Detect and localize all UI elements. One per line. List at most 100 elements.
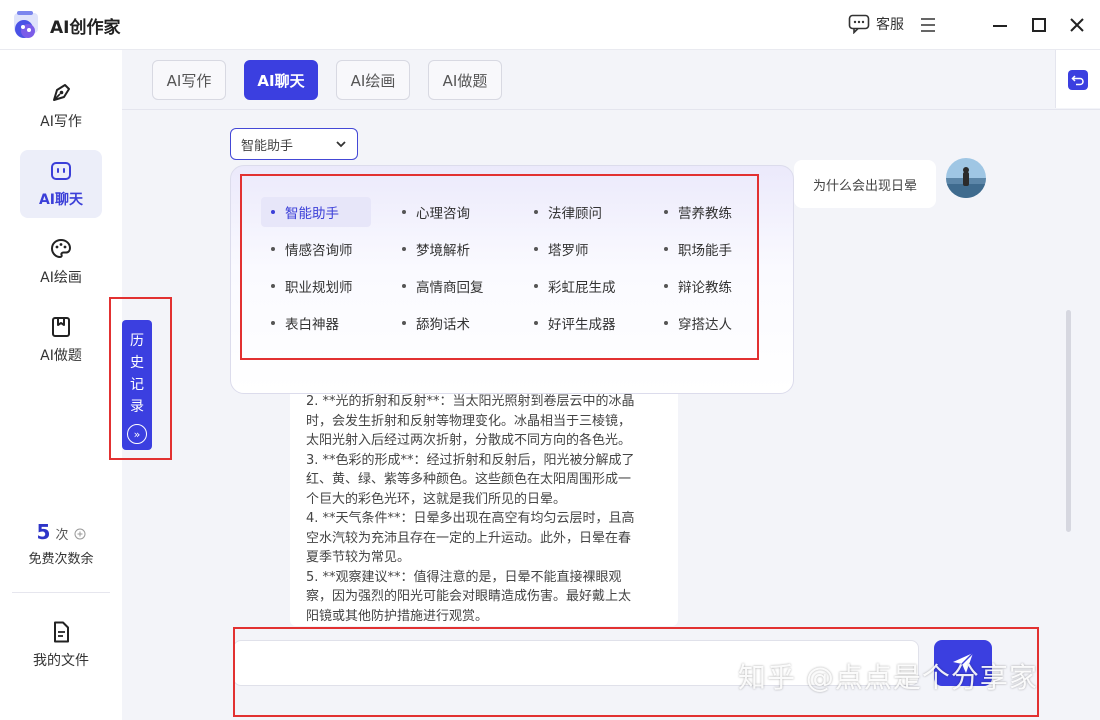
add-circle-icon[interactable] [74, 528, 86, 540]
customer-service-label: 客服 [876, 17, 904, 33]
sidebar: AI写作 AI聊天 AI绘画 AI做题 5 次 免费次数余 我的文件 [0, 50, 122, 720]
assistant-option-label: 职业规划师 [285, 280, 353, 296]
assistant-option-label: 职场能手 [678, 243, 732, 259]
assistant-option-label: 穿搭达人 [678, 317, 732, 333]
sidebar-item-label: AI绘画 [40, 270, 82, 286]
sidebar-item-label: AI聊天 [38, 192, 84, 208]
chat-scrollbar[interactable] [1066, 310, 1071, 532]
bullet-dot [534, 321, 538, 325]
answer-line: 红、黄、绿、紫等多种颜色。这些颜色在太阳周围形成一 [306, 472, 632, 487]
chevron-down-icon [336, 141, 346, 148]
menu-icon[interactable] [918, 15, 938, 35]
customer-service-button[interactable]: 客服 [848, 14, 904, 34]
assistant-option-label: 心理咨询 [416, 206, 470, 222]
bullet-dot [402, 284, 406, 288]
tab-ai-chat[interactable]: AI聊天 [244, 60, 318, 100]
history-label-char: 历 [130, 333, 144, 349]
minimize-icon[interactable] [990, 15, 1010, 35]
document-icon [54, 621, 69, 643]
assistant-option-label: 法律顾问 [548, 206, 602, 222]
user-avatar[interactable] [946, 158, 986, 198]
assistant-option-label: 营养教练 [678, 206, 732, 222]
assistant-option[interactable]: 梦境解析 [392, 234, 502, 264]
assistant-option[interactable]: 心理咨询 [392, 197, 502, 227]
assistant-option[interactable]: 塔罗师 [524, 234, 634, 264]
main-content: AI写作 AI聊天 AI绘画 AI做题 智能助手 为什么会出现日晕 2. **光… [122, 50, 1100, 720]
bullet-dot [534, 247, 538, 251]
bullet-dot [271, 247, 275, 251]
answer-line: 2. **光的折射和反射**：当太阳光照射到卷层云中的冰晶 [306, 394, 635, 409]
assistant-option-label: 智能助手 [285, 206, 339, 222]
user-message: 为什么会出现日晕 [794, 160, 936, 208]
assistant-option[interactable]: 表白神器 [261, 308, 371, 338]
my-files-button[interactable]: 我的文件 [20, 620, 102, 670]
answer-line: 夏季节较为常见。 [306, 550, 411, 565]
assistant-select[interactable]: 智能助手 [230, 128, 358, 160]
answer-line: 时，会发生折射和反射等物理变化。冰晶相当于三棱镜， [306, 413, 632, 429]
chat-bubble-icon [848, 14, 870, 34]
return-button[interactable] [1068, 70, 1088, 90]
assistant-option[interactable]: 穿搭达人 [654, 308, 764, 338]
assistant-option-label: 彩虹屁生成 [548, 280, 616, 296]
sidebar-item-ai-painting[interactable]: AI绘画 [20, 228, 102, 296]
assistant-option[interactable]: 营养教练 [654, 197, 764, 227]
answer-line: 4. **天气条件**：日晕多出现在高空有均匀云层时，且高 [306, 511, 635, 526]
sidebar-item-label: AI写作 [40, 114, 82, 130]
assistant-option[interactable]: 职场能手 [654, 234, 764, 264]
quota-label: 免费次数余 [28, 552, 94, 567]
bullet-dot [402, 321, 406, 325]
sidebar-item-ai-exam[interactable]: AI做题 [20, 306, 102, 374]
assistant-option[interactable]: 职业规划师 [261, 271, 371, 301]
assistant-option[interactable]: 法律顾问 [524, 197, 634, 227]
assistant-option-label: 舔狗话术 [416, 317, 470, 333]
maximize-icon[interactable] [1029, 15, 1049, 35]
history-button[interactable]: 历 史 记 录 » [122, 320, 152, 450]
assistant-option[interactable]: 高情商回复 [392, 271, 502, 301]
tab-ai-exam[interactable]: AI做题 [428, 60, 502, 100]
assistant-option-label: 辩论教练 [678, 280, 732, 296]
assistant-option[interactable]: 舔狗话术 [392, 308, 502, 338]
assistant-select-value: 智能助手 [241, 138, 294, 154]
assistant-option[interactable]: 辩论教练 [654, 271, 764, 301]
app-title: AI创作家 [50, 18, 121, 38]
assistant-option-label: 梦境解析 [416, 243, 470, 259]
return-panel [1055, 50, 1100, 108]
sidebar-item-ai-chat[interactable]: AI聊天 [20, 150, 102, 218]
palette-icon [50, 238, 72, 259]
assistant-option-label: 塔罗师 [548, 243, 589, 259]
bullet-dot [534, 210, 538, 214]
undo-icon [1071, 75, 1084, 86]
assistant-dropdown: 智能助手 心理咨询 法律顾问 营养教练 情感咨询师 梦境解析 塔罗师 职场能手 … [230, 165, 794, 394]
assistant-option[interactable]: 彩虹屁生成 [524, 271, 634, 301]
sidebar-item-ai-writing[interactable]: AI写作 [20, 72, 102, 140]
double-chevron-right-icon: » [127, 424, 147, 444]
watermark: 知乎 @点点是个分享家 [738, 661, 1038, 694]
answer-line: 阳镜或其他防护措施进行观赏。 [306, 608, 489, 624]
quota-unit: 次 [55, 528, 69, 543]
answer-line: 太阳光射入后经过两次折射，分散成不同方向的各色光。 [306, 433, 632, 448]
bullet-dot [664, 284, 668, 288]
assistant-option-label: 情感咨询师 [285, 243, 353, 259]
answer-line: 5. **观察建议**：值得注意的是，日晕不能直接裸眼观 [306, 569, 622, 585]
my-files-label: 我的文件 [33, 653, 89, 669]
tab-ai-painting[interactable]: AI绘画 [336, 60, 410, 100]
bullet-dot [664, 210, 668, 214]
chat-bot-icon [51, 162, 71, 180]
sidebar-item-label: AI做题 [40, 348, 82, 364]
tab-bar: AI写作 AI聊天 AI绘画 AI做题 [122, 50, 1100, 110]
assistant-option[interactable]: 好评生成器 [524, 308, 634, 338]
close-icon[interactable] [1067, 15, 1087, 35]
assistant-option[interactable]: 情感咨询师 [261, 234, 371, 264]
bullet-dot [664, 321, 668, 325]
assistant-option-label: 好评生成器 [548, 317, 616, 333]
bullet-dot [534, 284, 538, 288]
assistant-option-label: 表白神器 [285, 317, 339, 333]
answer-line: 空水汽较为充沛且存在一定的上升运动。此外，日晕在春 [306, 530, 632, 546]
tab-ai-writing[interactable]: AI写作 [152, 60, 226, 100]
bullet-dot [664, 247, 668, 251]
quota-count: 5 [36, 520, 51, 544]
exam-icon [52, 317, 70, 337]
title-bar: AI创作家 客服 [0, 0, 1100, 50]
bullet-dot [271, 210, 275, 214]
assistant-option[interactable]: 智能助手 [261, 197, 371, 227]
